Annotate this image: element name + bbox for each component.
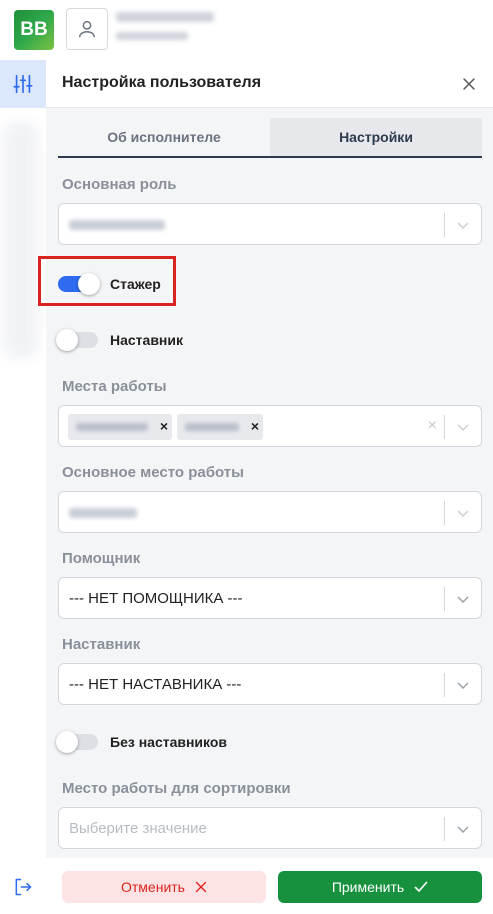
- trainee-highlight-box: [38, 256, 176, 306]
- workplaces-label: Места работы: [62, 378, 167, 395]
- toggle-knob: [56, 329, 78, 351]
- mentor-toggle[interactable]: [56, 329, 98, 351]
- close-icon: [463, 78, 475, 90]
- top-bar: BB: [0, 0, 493, 60]
- assistant-label: Помощник: [62, 550, 141, 567]
- close-button[interactable]: [459, 74, 479, 94]
- chevron-down-icon: [455, 591, 471, 607]
- remove-chip-icon[interactable]: ×: [160, 418, 168, 434]
- mentor-toggle-row: Наставник: [56, 326, 184, 354]
- panel-footer: Отменить Применить: [46, 858, 493, 914]
- chevron-down-icon: [455, 217, 471, 233]
- logout-icon: [15, 878, 32, 896]
- toggle-knob: [56, 731, 78, 753]
- no-mentors-toggle-row: Без наставников: [56, 728, 228, 756]
- chevron-down-icon: [455, 677, 471, 693]
- panel-header: Настройка пользователя: [46, 60, 493, 108]
- cancel-button[interactable]: Отменить: [62, 871, 266, 903]
- workplace-chip-redacted: [185, 423, 239, 431]
- no-mentors-toggle[interactable]: [56, 731, 98, 753]
- chevron-down-icon: [455, 419, 471, 435]
- select-divider: [444, 501, 445, 525]
- chevron-down-icon: [455, 505, 471, 521]
- main-role-value-redacted: [69, 220, 165, 230]
- workplace-chip: ×: [177, 414, 263, 440]
- mentor-select[interactable]: --- НЕТ НАСТАВНИКА ---: [58, 663, 482, 705]
- cancel-label: Отменить: [121, 879, 185, 895]
- workplace-chip: ×: [68, 414, 172, 440]
- check-icon: [414, 881, 428, 892]
- sliders-icon: [13, 74, 33, 94]
- assistant-value: --- НЕТ ПОМОЩНИКА ---: [69, 590, 243, 607]
- no-mentors-label: Без наставников: [110, 734, 228, 750]
- apply-label: Применить: [331, 879, 405, 895]
- tab-settings[interactable]: Настройки: [270, 118, 482, 156]
- user-settings-panel: Настройка пользователя Об исполнителе На…: [46, 60, 493, 914]
- select-divider: [444, 213, 445, 237]
- workplaces-multiselect[interactable]: × × ×: [58, 405, 482, 447]
- user-avatar[interactable]: [66, 8, 108, 50]
- remove-chip-icon[interactable]: ×: [251, 418, 259, 434]
- app-logo[interactable]: BB: [14, 10, 54, 50]
- panel-title: Настройка пользователя: [62, 74, 262, 91]
- main-role-label: Основная роль: [62, 176, 177, 193]
- main-workplace-label: Основное место работы: [62, 464, 244, 481]
- user-icon: [78, 20, 96, 38]
- main-workplace-select[interactable]: [58, 491, 482, 533]
- user-info-redacted: [116, 10, 214, 40]
- chevron-down-icon: [455, 821, 471, 837]
- mentor-toggle-label: Наставник: [110, 332, 184, 348]
- main-workplace-value-redacted: [69, 508, 137, 518]
- tabs: Об исполнителе Настройки: [58, 118, 482, 158]
- tab-about-performer[interactable]: Об исполнителе: [58, 118, 270, 156]
- select-divider: [444, 415, 445, 439]
- close-icon: [195, 881, 207, 893]
- sort-workplace-select[interactable]: Выберите значение: [58, 807, 482, 849]
- mentor-select-label: Наставник: [62, 636, 141, 653]
- rail-menu-redacted: [2, 120, 40, 360]
- sort-workplace-label: Место работы для сортировки: [62, 780, 291, 797]
- mentor-value: --- НЕТ НАСТАВНИКА ---: [69, 676, 242, 693]
- apply-button[interactable]: Применить: [278, 871, 482, 903]
- workplace-chip-redacted: [76, 423, 148, 431]
- sort-workplace-placeholder: Выберите значение: [69, 820, 207, 837]
- clear-icon[interactable]: ×: [428, 417, 437, 435]
- select-divider: [444, 587, 445, 611]
- logout-button[interactable]: [12, 876, 34, 898]
- assistant-select[interactable]: --- НЕТ ПОМОЩНИКА ---: [58, 577, 482, 619]
- rail-settings-button[interactable]: [0, 60, 46, 108]
- select-divider: [444, 817, 445, 841]
- main-role-select[interactable]: [58, 203, 482, 245]
- select-divider: [444, 673, 445, 697]
